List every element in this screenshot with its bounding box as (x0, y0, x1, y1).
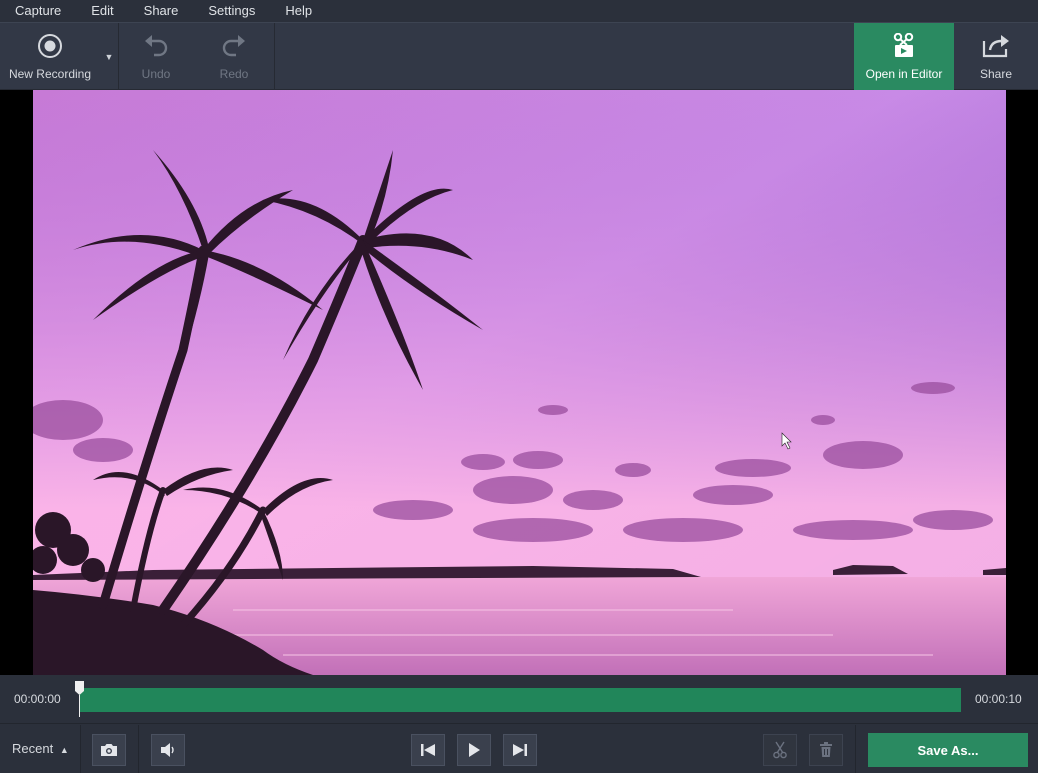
play-button[interactable] (457, 734, 491, 766)
share-icon (981, 23, 1011, 59)
screenshot-button[interactable] (92, 734, 126, 766)
timeline: 00:00:00 00:00:10 (0, 675, 1038, 724)
delete-button[interactable] (809, 734, 843, 766)
record-icon (37, 23, 63, 59)
skip-to-start-button[interactable] (411, 734, 445, 766)
undo-label: Undo (141, 67, 171, 81)
bottom-divider (855, 725, 856, 773)
save-as-button[interactable]: Save As... (868, 733, 1028, 767)
open-in-editor-label: Open in Editor (865, 67, 943, 81)
redo-label: Redo (219, 67, 249, 81)
share-label: Share (979, 67, 1013, 81)
recent-button[interactable]: Recent ▲ (12, 725, 69, 773)
bottom-divider (80, 725, 81, 773)
new-recording-label: New Recording (8, 67, 92, 81)
end-time: 00:00:10 (975, 692, 1022, 706)
play-icon (469, 743, 480, 757)
save-as-label: Save As... (917, 742, 979, 758)
toolbar-divider (118, 23, 119, 90)
volume-button[interactable] (151, 734, 185, 766)
caret-up-icon: ▲ (59, 745, 69, 755)
redo-button[interactable]: Redo (198, 23, 270, 90)
start-time: 00:00:00 (14, 692, 61, 706)
skip-forward-icon (513, 744, 527, 756)
skip-back-icon (421, 744, 435, 756)
menu-edit[interactable]: Edit (76, 0, 128, 22)
new-recording-dropdown-icon[interactable]: ▼ (100, 23, 118, 90)
redo-icon (221, 23, 247, 59)
menu-capture[interactable]: Capture (0, 0, 76, 22)
menu-bar: Capture Edit Share Settings Help (0, 0, 1038, 22)
video-preview[interactable] (0, 90, 1038, 675)
undo-button[interactable]: Undo (120, 23, 192, 90)
video-editor-icon (892, 23, 916, 59)
toolbar: New Recording ▼ Undo Redo Open in Editor… (0, 22, 1038, 90)
menu-share[interactable]: Share (129, 0, 194, 22)
preview-frame-image (33, 90, 1006, 675)
scissors-icon (773, 741, 787, 759)
new-recording-button[interactable]: New Recording (0, 23, 100, 90)
camera-icon (101, 744, 117, 756)
trash-icon (820, 742, 832, 757)
menu-settings[interactable]: Settings (193, 0, 270, 22)
playhead-handle[interactable] (74, 679, 85, 719)
open-in-editor-button[interactable]: Open in Editor (854, 23, 954, 90)
bottom-divider (138, 725, 139, 773)
share-button[interactable]: Share (954, 23, 1038, 90)
menu-help[interactable]: Help (270, 0, 327, 22)
recent-label: Recent (12, 741, 54, 756)
toolbar-divider (274, 23, 275, 90)
bottom-bar: Recent ▲ Save As... (0, 725, 1038, 773)
speaker-icon (161, 743, 174, 757)
skip-to-end-button[interactable] (503, 734, 537, 766)
undo-icon (143, 23, 169, 59)
cut-button[interactable] (763, 734, 797, 766)
timeline-track[interactable] (79, 688, 961, 712)
